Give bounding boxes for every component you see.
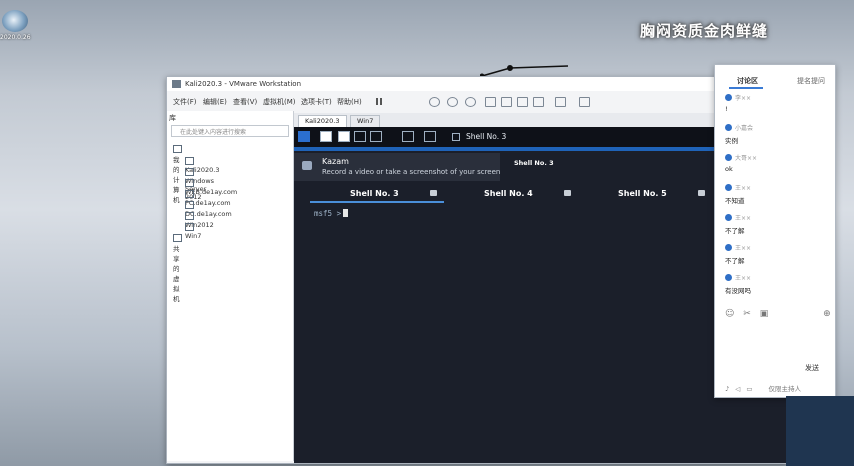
footer-label: 仅限主持人 [768, 385, 802, 393]
fullscreen-icon[interactable] [517, 97, 528, 107]
thumbnail-view-icon[interactable] [501, 97, 512, 107]
close-icon[interactable] [564, 190, 571, 196]
files-icon[interactable] [402, 131, 414, 142]
terminal-icon[interactable] [424, 131, 436, 142]
chat-toolbar: ☺ ✂ ▣ ⊕ [725, 309, 831, 319]
window-title: Kali2020.3 - VMware Workstation [185, 80, 302, 88]
chat-tab-bar: 讨论区 提名提问 [715, 73, 835, 87]
scissors-icon[interactable]: ✂ [743, 309, 751, 319]
manage-snapshot-icon[interactable] [465, 97, 476, 107]
vm-icon [185, 223, 194, 231]
search-placeholder: 在此处键入内容进行搜索 [180, 129, 247, 136]
kali-menu-icon[interactable] [298, 131, 310, 142]
vm-icon [185, 179, 194, 187]
computer-icon [173, 145, 182, 153]
menu-help[interactable]: 帮助(H) [337, 97, 362, 107]
chat-message: 大哥×× ok [725, 154, 758, 173]
tree-item-win7[interactable]: Win7 [185, 223, 201, 240]
chat-message: 王×× 不知道 [725, 184, 752, 205]
tree-item-shared[interactable]: 共享的虚拟机 [173, 234, 185, 303]
close-icon[interactable] [698, 190, 705, 196]
text-cursor [343, 209, 349, 217]
workspace-1-icon[interactable] [320, 131, 332, 142]
menu-bar: 文件(F) 编辑(E) 查看(V) 虚拟机(M) 选项卡(T) 帮助(H) [167, 93, 787, 109]
avatar [725, 214, 732, 221]
overlay-title: 胸闷资质金肉鲜缝 [640, 22, 769, 40]
workspace-2-icon[interactable] [338, 131, 350, 142]
shell-tooltip: Shell No. 3 [514, 159, 554, 167]
image-icon[interactable]: ▣ [760, 309, 769, 319]
chat-message: 王×× 有没网吗 [725, 274, 752, 295]
kazam-icon [302, 161, 312, 170]
menu-tabs[interactable]: 选项卡(T) [301, 97, 332, 107]
console-view-icon[interactable] [555, 97, 566, 107]
terminal-tab-4[interactable]: Shell No. 4 [484, 189, 533, 198]
library-header: 库 [169, 114, 176, 122]
vm-icon [185, 157, 194, 165]
avatar [725, 244, 732, 251]
kazam-description: Record a video or take a screenshot of y… [322, 168, 501, 176]
chat-message: 小嘉会 实例 [725, 124, 754, 145]
tab-discussion[interactable]: 讨论区 [737, 76, 758, 86]
menu-file[interactable]: 文件(F) [173, 97, 197, 107]
vmware-window: Kali2020.3 - VMware Workstation 文件(F) 编辑… [166, 76, 788, 464]
desktop-corner-background [786, 396, 854, 466]
terminal-tab-5[interactable]: Shell No. 5 [618, 189, 667, 198]
tab-win7[interactable]: Win7 [350, 115, 381, 127]
pause-icon[interactable] [375, 97, 384, 105]
chat-message: 王×× 不了解 [725, 244, 752, 265]
mic-icon[interactable]: ♪ [725, 385, 729, 393]
tree-root[interactable]: 我的计算机 [173, 145, 185, 204]
terminal-tab-3[interactable]: Shell No. 3 [350, 189, 399, 198]
active-tab-indicator [310, 201, 444, 203]
video-icon[interactable]: ▭ [746, 385, 752, 393]
avatar [725, 154, 732, 161]
chat-message: 王×× 不了解 [725, 214, 752, 235]
active-window-label[interactable]: Shell No. 3 [466, 132, 506, 141]
chat-message: 李××! [725, 94, 752, 113]
menu-vm[interactable]: 虚拟机(M) [263, 97, 296, 107]
chat-tab-indicator [729, 87, 763, 89]
chat-panel: 讨论区 提名提问 李××! 小嘉会 实例 大哥×× ok 王×× 不知道 王×× 不了解… [714, 64, 836, 398]
library-view-icon[interactable] [485, 97, 496, 107]
avatar [725, 184, 732, 191]
avatar [725, 274, 732, 281]
chat-footer: ♪ ◁ ▭ 仅限主持人 [725, 383, 829, 393]
add-icon[interactable]: ⊕ [823, 309, 831, 319]
emoji-icon[interactable]: ☺ [725, 309, 734, 319]
kazam-notification[interactable]: Kazam Record a video or take a screensho… [294, 153, 500, 181]
window-title-bar[interactable]: Kali2020.3 - VMware Workstation [167, 77, 787, 91]
speaker-icon[interactable]: ◁ [735, 385, 740, 393]
close-icon[interactable] [430, 190, 437, 196]
desktop-app-icon[interactable] [2, 10, 28, 32]
library-panel: 库 在此处键入内容进行搜索 我的计算机 Kali2020.3 Windows S… [167, 111, 294, 461]
terminal-prompt: msf5 > [314, 209, 349, 218]
revert-icon[interactable] [447, 97, 458, 107]
send-button[interactable]: 发送 [805, 363, 819, 373]
vm-icon [185, 190, 194, 198]
snapshot-icon[interactable] [429, 97, 440, 107]
avatar [725, 124, 732, 131]
library-search-input[interactable]: 在此处键入内容进行搜索 [171, 125, 289, 137]
desktop-icon-label: 2020.0.26 [0, 34, 31, 41]
workspace-3-icon[interactable] [354, 131, 366, 142]
kazam-title: Kazam [322, 157, 349, 166]
unity-icon[interactable] [533, 97, 544, 107]
workspace-4-icon[interactable] [370, 131, 382, 142]
vm-icon [185, 168, 194, 176]
vm-icon [185, 212, 194, 220]
shared-vm-icon [173, 234, 182, 242]
vm-icon [185, 201, 194, 209]
stretch-icon[interactable] [579, 97, 590, 107]
vmware-logo-icon [172, 80, 181, 88]
tab-kali[interactable]: Kali2020.3 [298, 115, 347, 127]
avatar [725, 94, 732, 101]
menu-view[interactable]: 查看(V) [233, 97, 257, 107]
menu-edit[interactable]: 编辑(E) [203, 97, 227, 107]
tab-other[interactable]: 提名提问 [797, 76, 825, 86]
active-window-icon [452, 133, 460, 141]
